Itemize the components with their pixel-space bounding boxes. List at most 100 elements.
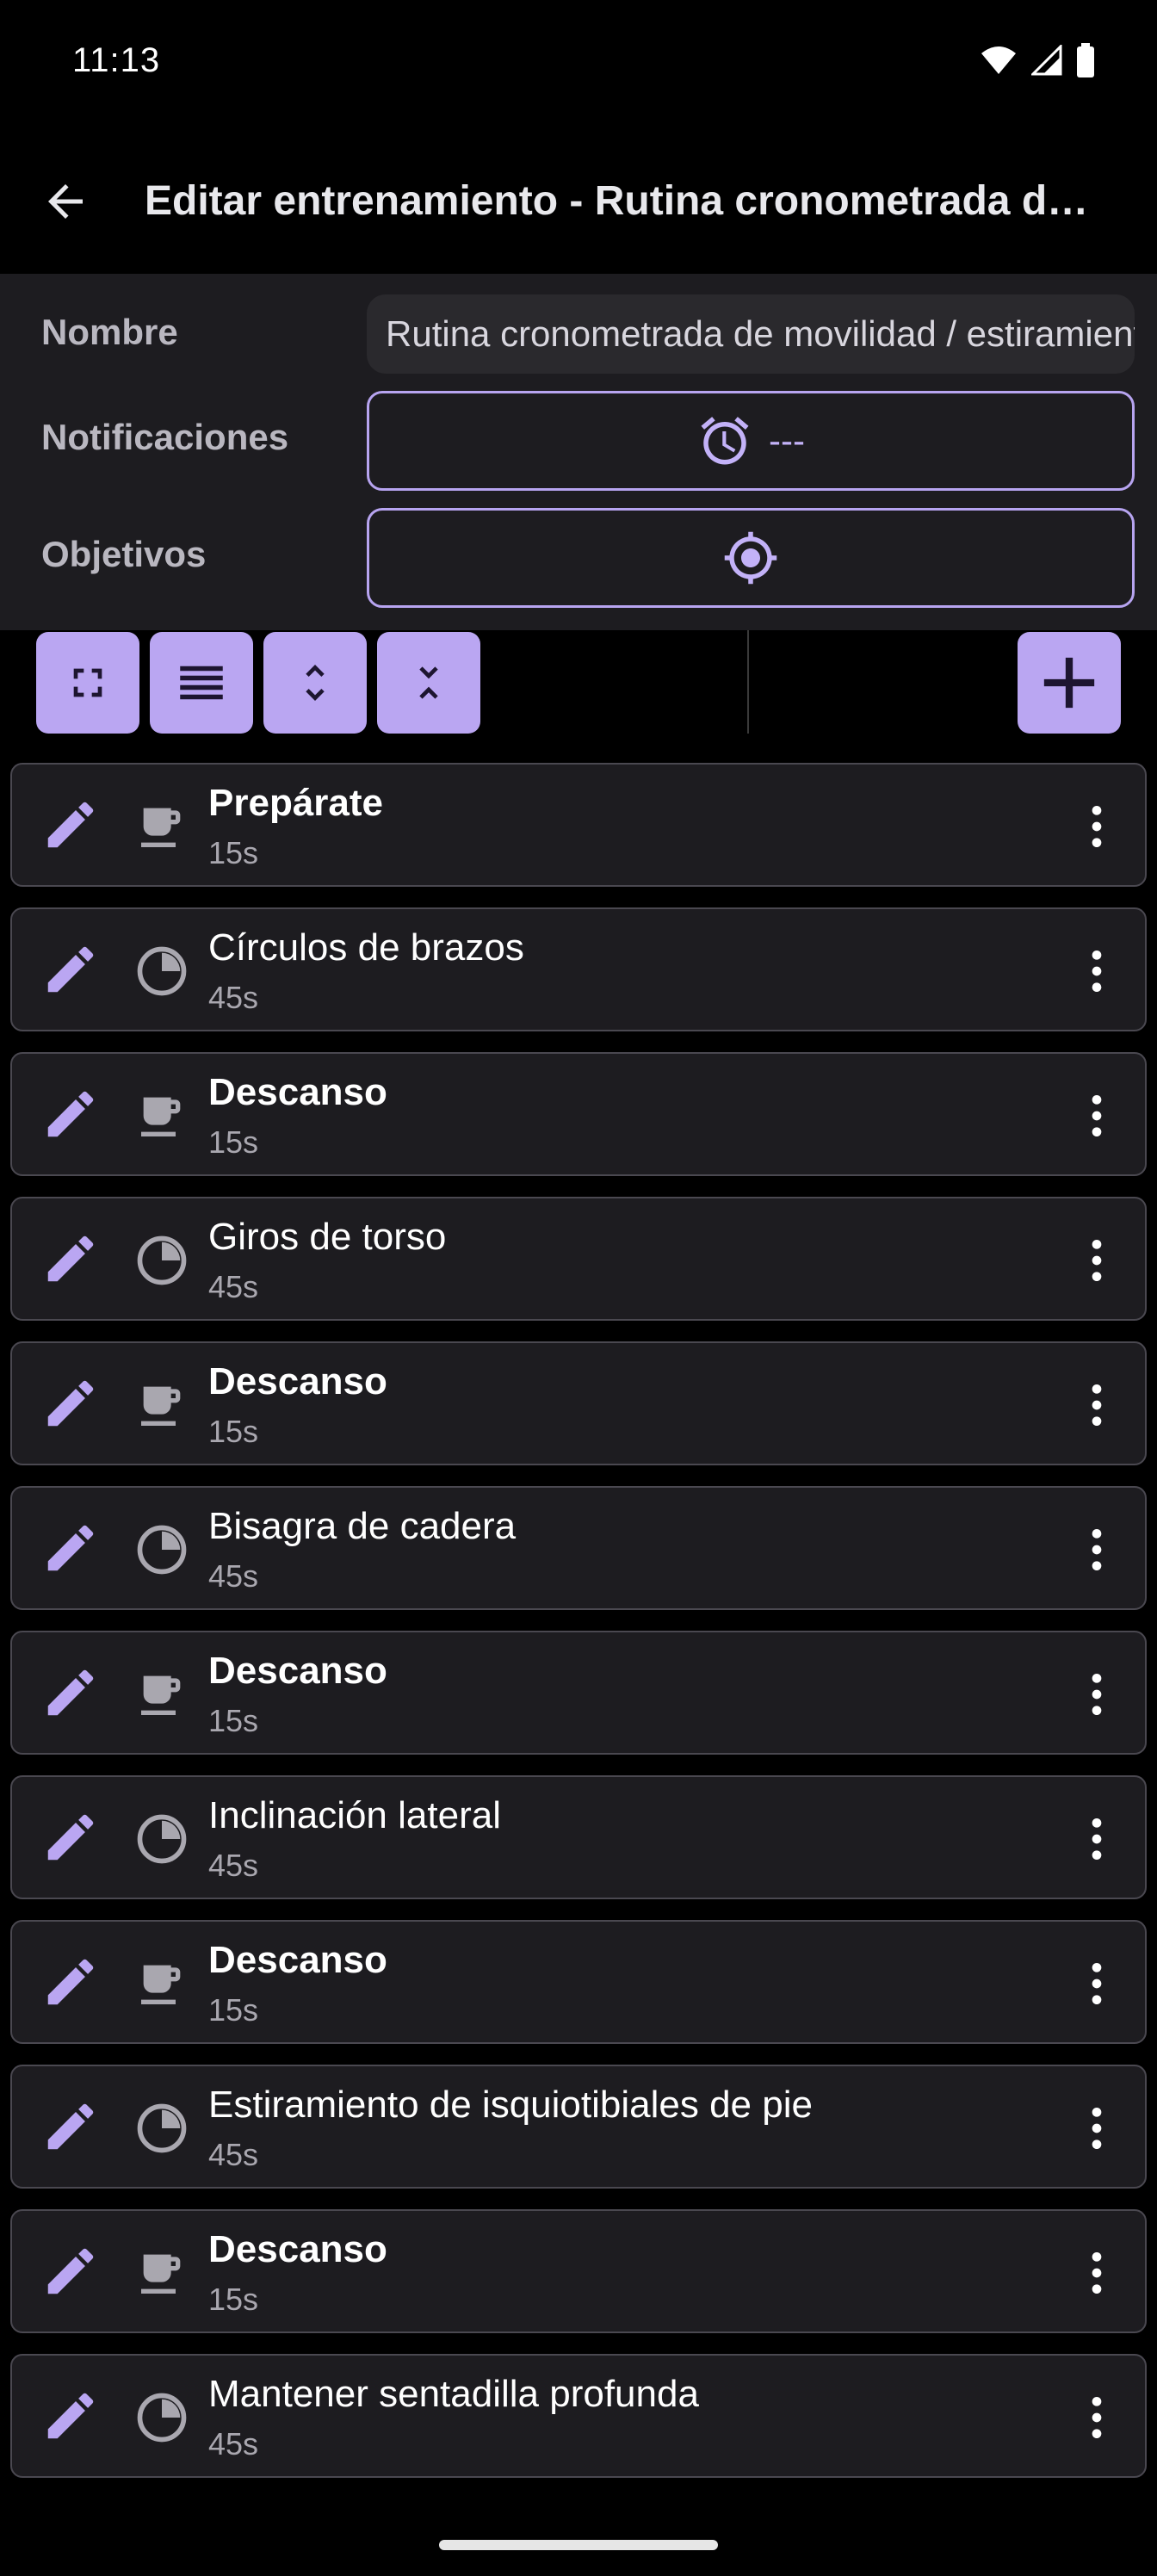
step-card[interactable]: Bisagra de cadera 45s	[10, 1486, 1147, 1610]
step-title: Descanso	[208, 1071, 387, 1113]
more-vert-icon	[1092, 951, 1102, 992]
alarm-icon	[701, 417, 749, 465]
step-more-button[interactable]	[1069, 1519, 1124, 1581]
app-bar: Editar entrenamiento - Rutina cronometra…	[0, 129, 1157, 274]
gesture-nav-handle[interactable]	[439, 2540, 718, 2550]
cup-icon	[131, 1374, 193, 1436]
step-more-button[interactable]	[1069, 1953, 1124, 2015]
pencil-icon	[47, 1091, 94, 1137]
step-card[interactable]: Prepárate 15s	[10, 763, 1147, 887]
cup-icon	[131, 2242, 193, 2304]
step-more-button[interactable]	[1069, 1808, 1124, 1870]
more-vert-icon	[1092, 1529, 1102, 1570]
step-card[interactable]: Descanso 15s	[10, 1631, 1147, 1755]
step-more-button[interactable]	[1069, 1663, 1124, 1725]
edit-step-button[interactable]	[38, 937, 103, 1002]
pencil-icon	[47, 946, 94, 993]
step-card[interactable]: Descanso 15s	[10, 1341, 1147, 1465]
step-more-button[interactable]	[1069, 1085, 1124, 1147]
name-label: Nombre	[41, 312, 178, 352]
list-view-button[interactable]	[150, 632, 253, 734]
pencil-icon	[47, 2248, 94, 2294]
back-button[interactable]	[24, 160, 107, 243]
step-more-button[interactable]	[1069, 796, 1124, 858]
notifications-button[interactable]: ---	[367, 391, 1135, 491]
step-title: Giros de torso	[208, 1216, 447, 1258]
expand-icon	[306, 665, 325, 701]
edit-step-button[interactable]	[38, 1371, 103, 1436]
edit-step-button[interactable]	[38, 1515, 103, 1581]
pencil-icon	[47, 1814, 94, 1861]
edit-step-button[interactable]	[38, 1949, 103, 2015]
edit-step-button[interactable]	[38, 2239, 103, 2304]
step-card[interactable]: Descanso 15s	[10, 1920, 1147, 2044]
more-vert-icon	[1092, 806, 1102, 847]
edit-step-button[interactable]	[38, 1805, 103, 1870]
arrow-back-icon	[48, 184, 83, 219]
step-duration: 15s	[208, 1124, 259, 1160]
steps-list: Prepárate 15s Círculos de brazos 45s Descans…	[10, 763, 1148, 2499]
fullscreen-button[interactable]	[36, 632, 139, 734]
more-vert-icon	[1092, 2397, 1102, 2438]
list-toolbar	[0, 630, 1157, 751]
step-title: Descanso	[208, 1360, 387, 1403]
step-card[interactable]: Círculos de brazos 45s	[10, 907, 1147, 1031]
cup-icon	[131, 796, 193, 858]
pencil-icon	[47, 1959, 94, 2005]
cup-icon	[131, 1085, 193, 1147]
edit-step-button[interactable]	[38, 2383, 103, 2449]
timer-icon	[131, 2387, 193, 2449]
pencil-icon	[47, 1235, 94, 1282]
name-input[interactable]: Rutina cronometrada de movilidad / estir…	[367, 294, 1135, 374]
add-icon	[1043, 657, 1095, 709]
toolbar-divider	[747, 630, 749, 734]
step-duration: 15s	[208, 2282, 259, 2317]
edit-step-button[interactable]	[38, 2094, 103, 2159]
name-input-value: Rutina cronometrada de movilidad / estir…	[386, 313, 1135, 354]
step-more-button[interactable]	[1069, 940, 1124, 1002]
step-duration: 15s	[208, 835, 259, 870]
more-vert-icon	[1092, 1384, 1102, 1426]
step-card[interactable]: Descanso 15s	[10, 2209, 1147, 2333]
step-duration: 15s	[208, 1992, 259, 2028]
collapse-icon	[419, 666, 438, 699]
step-card[interactable]: Giros de torso 45s	[10, 1197, 1147, 1321]
collapse-all-button[interactable]	[377, 632, 480, 734]
step-title: Bisagra de cadera	[208, 1505, 517, 1547]
step-more-button[interactable]	[1069, 1229, 1124, 1291]
pencil-icon	[47, 1525, 94, 1571]
pencil-icon	[47, 802, 94, 848]
edit-step-button[interactable]	[38, 1081, 103, 1147]
list-icon	[180, 666, 223, 700]
edit-step-button[interactable]	[38, 1226, 103, 1291]
cup-icon	[131, 1663, 193, 1725]
workout-form: Nombre Rutina cronometrada de movilidad …	[0, 274, 1157, 630]
more-vert-icon	[1092, 2252, 1102, 2294]
more-vert-icon	[1092, 1818, 1102, 1860]
add-step-button[interactable]	[1018, 632, 1121, 734]
step-card[interactable]: Inclinación lateral 45s	[10, 1775, 1147, 1899]
wifi-icon	[981, 46, 1016, 74]
page-title: Editar entrenamiento - Rutina cronometra…	[145, 178, 1109, 224]
pencil-icon	[47, 1380, 94, 1427]
step-more-button[interactable]	[1069, 2097, 1124, 2159]
step-more-button[interactable]	[1069, 2242, 1124, 2304]
more-vert-icon	[1092, 1674, 1102, 1715]
expand-all-button[interactable]	[263, 632, 367, 734]
step-card[interactable]: Estiramiento de isquiotibiales de pie 45s	[10, 2065, 1147, 2189]
timer-icon	[131, 2097, 193, 2159]
more-vert-icon	[1092, 2108, 1102, 2149]
step-card[interactable]: Mantener sentadilla profunda 45s	[10, 2354, 1147, 2478]
goals-button[interactable]	[367, 508, 1135, 608]
edit-step-button[interactable]	[38, 1660, 103, 1725]
status-time: 11:13	[72, 41, 161, 79]
signal-icon	[1031, 45, 1062, 76]
pencil-icon	[47, 2393, 94, 2439]
step-more-button[interactable]	[1069, 2387, 1124, 2449]
edit-step-button[interactable]	[38, 792, 103, 858]
step-card[interactable]: Descanso 15s	[10, 1052, 1147, 1176]
battery-icon	[1077, 43, 1094, 77]
step-duration: 15s	[208, 1703, 259, 1738]
step-more-button[interactable]	[1069, 1374, 1124, 1436]
step-title: Estiramiento de isquiotibiales de pie	[208, 2084, 813, 2126]
